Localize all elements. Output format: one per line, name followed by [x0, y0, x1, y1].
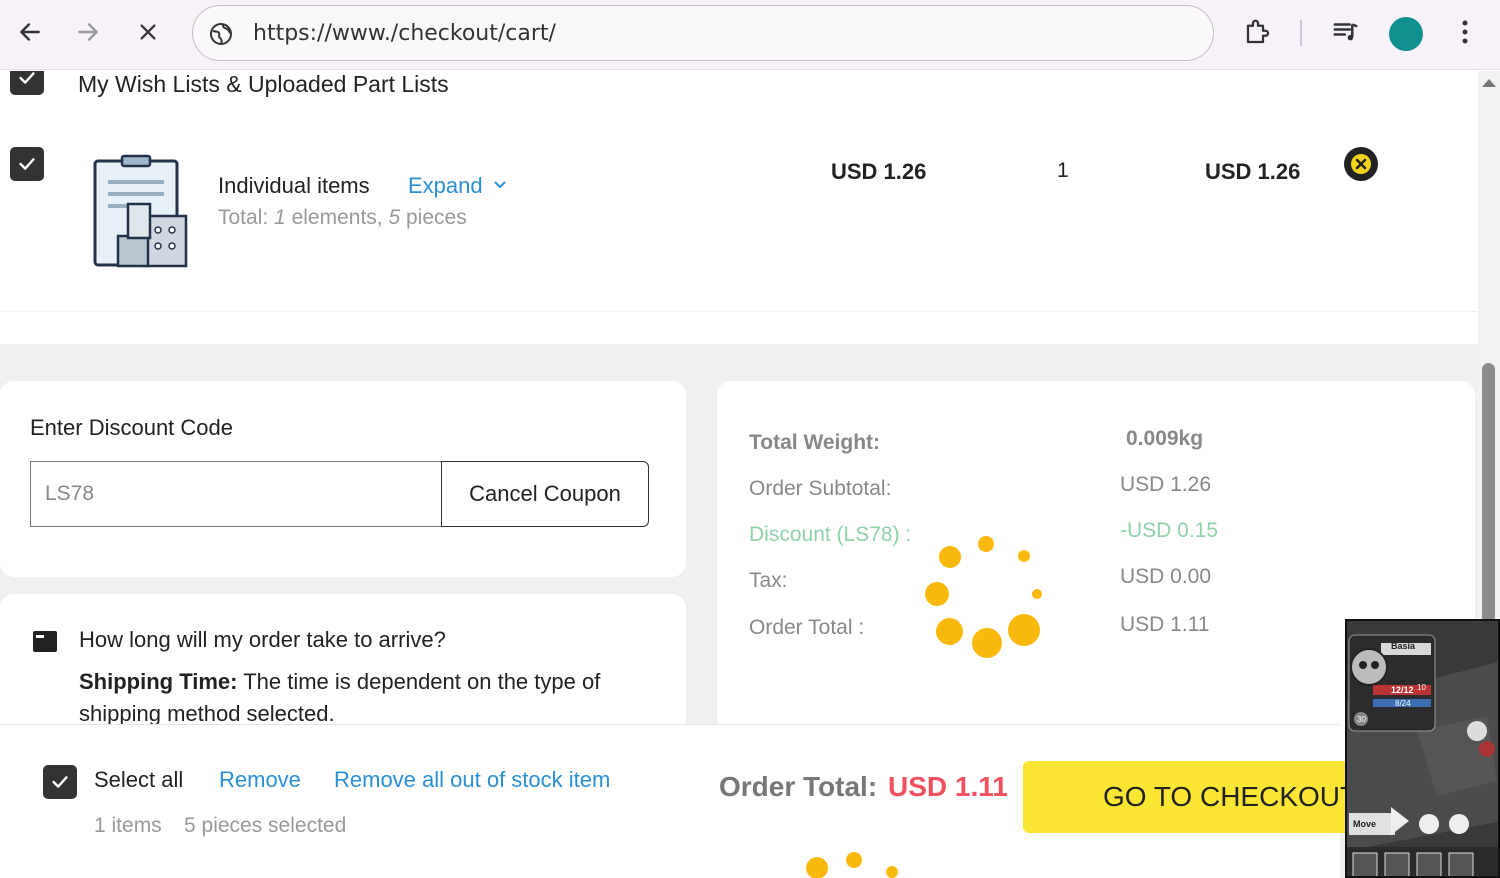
game-move-label: Move — [1353, 819, 1377, 829]
weight-value: 0.009kg — [1126, 427, 1204, 450]
media-controls-button[interactable] — [1328, 14, 1364, 50]
unit-price: USD 1.26 — [831, 159, 927, 184]
tax-label: Tax: — [749, 569, 788, 592]
select-all-label[interactable]: Select all — [94, 767, 183, 793]
line-total: USD 1.26 — [1205, 159, 1301, 184]
url-text[interactable]: https://www./checkout/cart/ — [253, 21, 556, 46]
profile-avatar[interactable] — [1389, 17, 1423, 51]
shipping-title: Shipping Time: — [79, 669, 238, 694]
kebab-menu-icon — [1462, 20, 1468, 44]
pieces-label: pieces — [406, 206, 467, 229]
game-character-name: Basia — [1391, 641, 1416, 651]
subtotal-value: USD 1.26 — [1120, 473, 1212, 496]
box-icon — [33, 631, 57, 652]
expand-label[interactable]: Expand — [408, 173, 483, 198]
puzzle-icon — [1246, 19, 1270, 44]
address-bar[interactable]: https://www./checkout/cart/ — [192, 5, 1214, 61]
go-to-checkout-button[interactable]: GO TO CHECKOUT — [1023, 761, 1363, 833]
shipping-text: Shipping Time: The time is dependent on … — [79, 666, 639, 730]
discount-card: Enter Discount Code Cancel Coupon — [0, 381, 686, 577]
discount-summary-value: -USD 0.15 — [1120, 519, 1219, 542]
playlist-icon — [1333, 23, 1358, 41]
checkmark-icon — [19, 72, 35, 84]
tax-value: USD 0.00 — [1120, 565, 1212, 588]
checkmark-icon — [19, 158, 35, 170]
footer-order-total-label: Order Total: — [719, 771, 878, 802]
globe-icon[interactable] — [209, 22, 233, 46]
select-all-checkbox[interactable] — [43, 765, 77, 799]
browser-menu-button[interactable] — [1447, 14, 1483, 50]
shipping-question: How long will my order take to arrive? — [79, 627, 446, 652]
game-overlay-window[interactable]: Basia 12/12 10 8/24 30 Move — [1345, 619, 1500, 878]
arrow-right-icon — [78, 23, 98, 41]
discount-code-input[interactable] — [30, 461, 442, 527]
total-prefix: Total: — [218, 206, 269, 229]
close-icon — [1351, 154, 1371, 174]
wish-list-checkbox[interactable] — [10, 71, 44, 95]
order-total-label: Order Total : — [749, 616, 865, 639]
checkmark-icon — [52, 776, 68, 788]
close-icon — [140, 24, 156, 40]
game-coins-value: 30 — [1357, 715, 1366, 724]
scroll-thumb[interactable] — [1482, 363, 1495, 623]
remove-out-of-stock-link[interactable]: Remove all out of stock item — [334, 767, 610, 793]
discount-summary-label: Discount (LS78) : — [749, 523, 912, 546]
weight-label: Total Weight: — [749, 431, 881, 454]
items-count: 1 items — [94, 814, 162, 837]
order-total-value: USD 1.11 — [1120, 613, 1210, 636]
cancel-coupon-button[interactable]: Cancel Coupon — [441, 461, 649, 527]
toolbar-divider — [1300, 20, 1302, 46]
elements-count: 1 — [274, 206, 286, 229]
expand-link[interactable]: Expand — [408, 173, 507, 199]
stop-loading-button[interactable] — [130, 14, 166, 50]
subtotal-label: Order Subtotal: — [749, 477, 892, 500]
elements-label: elements, — [291, 206, 383, 229]
pieces-count: 5 — [388, 206, 401, 229]
cart-page: My Wish Lists & Uploaded Part Lists Indi… — [0, 71, 1478, 878]
game-scene-image — [1347, 621, 1498, 876]
item-quantity[interactable]: 1 — [1057, 159, 1069, 183]
chevron-down-icon[interactable] — [493, 180, 507, 190]
back-button[interactable] — [12, 14, 48, 50]
arrow-left-icon — [20, 23, 40, 41]
remove-item-button[interactable] — [1344, 147, 1378, 181]
pieces-selected: 5 pieces selected — [184, 814, 347, 837]
forward-button[interactable] — [70, 14, 106, 50]
discount-label: Enter Discount Code — [30, 415, 233, 440]
clipboard-bricks-icon — [93, 154, 188, 268]
footer-order-total-value: USD 1.11 — [888, 771, 1008, 802]
scroll-up-arrow-icon[interactable] — [1482, 79, 1496, 87]
row-divider — [0, 311, 1478, 312]
browser-toolbar: https://www./checkout/cart/ — [0, 0, 1500, 70]
wish-list-title: My Wish Lists & Uploaded Part Lists — [78, 71, 449, 97]
game-xp-value: 8/24 — [1395, 699, 1411, 708]
remove-link[interactable]: Remove — [219, 767, 301, 793]
item-checkbox[interactable] — [10, 147, 44, 181]
checkout-footer: Select all Remove Remove all out of stoc… — [0, 724, 1363, 878]
extensions-button[interactable] — [1240, 14, 1276, 50]
item-total-summary: Total: 1 elements, 5 pieces — [218, 206, 467, 230]
game-hp-value: 12/12 — [1391, 685, 1414, 695]
item-name: Individual items — [218, 173, 370, 198]
game-hp-side: 10 — [1417, 683, 1426, 692]
